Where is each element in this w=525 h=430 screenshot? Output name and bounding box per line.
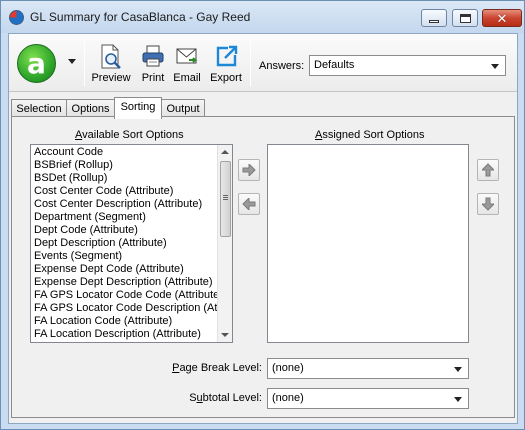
- tab-label: Sorting: [120, 101, 156, 113]
- preview-label: Preview: [91, 72, 131, 84]
- logo-letter: a: [27, 47, 46, 80]
- title-bar[interactable]: GL Summary for CasaBlanca - Gay Reed ✕: [1, 1, 524, 33]
- list-item[interactable]: FA Location Description (Attribute): [31, 328, 232, 341]
- list-item[interactable]: Department (Segment): [31, 211, 232, 224]
- toolbar-separator: [84, 40, 85, 86]
- subtotal-label: Subtotal Level:: [132, 392, 262, 404]
- assigned-sort-options-list[interactable]: [267, 144, 469, 343]
- list-item[interactable]: FA GPS Locator Code Description (Attribu…: [31, 302, 232, 315]
- close-icon: ✕: [496, 10, 508, 26]
- page-break-label-text: age Break Level:: [179, 362, 262, 374]
- tab-label: Options: [71, 103, 110, 115]
- app-icon[interactable]: [9, 10, 24, 25]
- list-item[interactable]: Expense Dept Description (Attribute): [31, 276, 232, 289]
- print-label: Print: [141, 72, 165, 84]
- logo-dropdown-icon[interactable]: [68, 59, 76, 64]
- subtotal-label-text: btotal Level:: [202, 392, 262, 404]
- window-title: GL Summary for CasaBlanca - Gay Reed: [30, 10, 251, 24]
- sorting-panel: Available Sort Options Account Code BSBri…: [11, 116, 515, 418]
- list-item[interactable]: Cost Center Description (Attribute): [31, 198, 232, 211]
- list-item[interactable]: Cost Center Code (Attribute): [31, 185, 232, 198]
- available-items: Account Code BSBrief (Rollup) BSDet (Rollu…: [31, 145, 232, 341]
- list-item[interactable]: BSBrief (Rollup): [31, 159, 232, 172]
- list-item[interactable]: Dept Code (Attribute): [31, 224, 232, 237]
- list-item[interactable]: FA Location Code (Attribute): [31, 315, 232, 328]
- answers-label: Answers:: [259, 60, 305, 72]
- move-down-button[interactable]: [477, 193, 499, 215]
- chevron-down-icon: [454, 397, 462, 402]
- vertical-scrollbar[interactable]: [217, 145, 232, 342]
- page-break-value: (none): [272, 362, 304, 374]
- list-item[interactable]: BSDet (Rollup): [31, 172, 232, 185]
- export-label: Export: [210, 72, 242, 84]
- toolbar-separator: [250, 40, 251, 86]
- tab-label: Selection: [16, 103, 62, 115]
- tab-sorting[interactable]: Sorting: [114, 97, 162, 119]
- chevron-down-icon: [454, 367, 462, 372]
- page-break-label: Page Break Level:: [132, 362, 262, 374]
- maximize-icon: [459, 13, 471, 23]
- scroll-down-icon[interactable]: [221, 333, 229, 337]
- subtotal-value: (none): [272, 392, 304, 404]
- add-sort-button[interactable]: [238, 159, 260, 181]
- arrow-right-icon: [242, 164, 256, 176]
- maximize-button[interactable]: [452, 9, 478, 27]
- available-sort-options-list[interactable]: Account Code BSBrief (Rollup) BSDet (Rollu…: [30, 144, 233, 343]
- app-window: GL Summary for CasaBlanca - Gay Reed ✕ a…: [0, 0, 525, 430]
- answers-value: Defaults: [314, 59, 355, 71]
- page-break-level-dropdown[interactable]: (none): [267, 358, 469, 379]
- tab-label: Output: [166, 103, 200, 115]
- export-icon: [216, 45, 238, 67]
- client-area: a Preview Print Email Export Answers: De…: [8, 33, 518, 424]
- print-button[interactable]: Print: [137, 40, 169, 86]
- answers-dropdown[interactable]: Defaults: [309, 55, 506, 76]
- email-icon: [176, 48, 198, 64]
- list-item[interactable]: FA GPS Locator Code Code (Attribute): [31, 289, 232, 302]
- assigned-options-label-text: ssigned Sort Options: [322, 129, 425, 141]
- list-item[interactable]: Dept Description (Attribute): [31, 237, 232, 250]
- subtotal-level-dropdown[interactable]: (none): [267, 388, 469, 409]
- toolbar: a Preview Print Email Export Answers: De…: [9, 34, 517, 92]
- list-item[interactable]: Events (Segment): [31, 250, 232, 263]
- minimize-button[interactable]: [421, 9, 447, 27]
- remove-sort-button[interactable]: [238, 193, 260, 215]
- close-button[interactable]: ✕: [482, 9, 522, 27]
- arrow-left-icon: [242, 198, 256, 210]
- available-options-label: Available Sort Options: [75, 129, 184, 141]
- email-label: Email: [173, 72, 201, 84]
- arrow-down-icon: [482, 197, 494, 211]
- scrollbar-thumb[interactable]: [220, 161, 231, 237]
- preview-button[interactable]: Preview: [90, 40, 132, 86]
- move-up-button[interactable]: [477, 159, 499, 181]
- preview-icon: [101, 44, 121, 69]
- list-item[interactable]: Expense Dept Code (Attribute): [31, 263, 232, 276]
- minimize-icon: [429, 19, 439, 23]
- app-logo-button[interactable]: a: [17, 44, 56, 83]
- chevron-down-icon: [491, 64, 499, 69]
- grip-icon: [223, 195, 228, 196]
- export-button[interactable]: Export: [207, 40, 245, 86]
- available-options-label-text: vailable Sort Options: [82, 129, 184, 141]
- email-button[interactable]: Email: [171, 40, 203, 86]
- arrow-up-icon: [482, 163, 494, 177]
- subtotal-label-prefix: S: [189, 392, 197, 404]
- assigned-options-label: Assigned Sort Options: [315, 129, 424, 141]
- list-item[interactable]: Account Code: [31, 146, 232, 159]
- scroll-up-icon[interactable]: [221, 150, 229, 154]
- printer-icon: [142, 45, 164, 67]
